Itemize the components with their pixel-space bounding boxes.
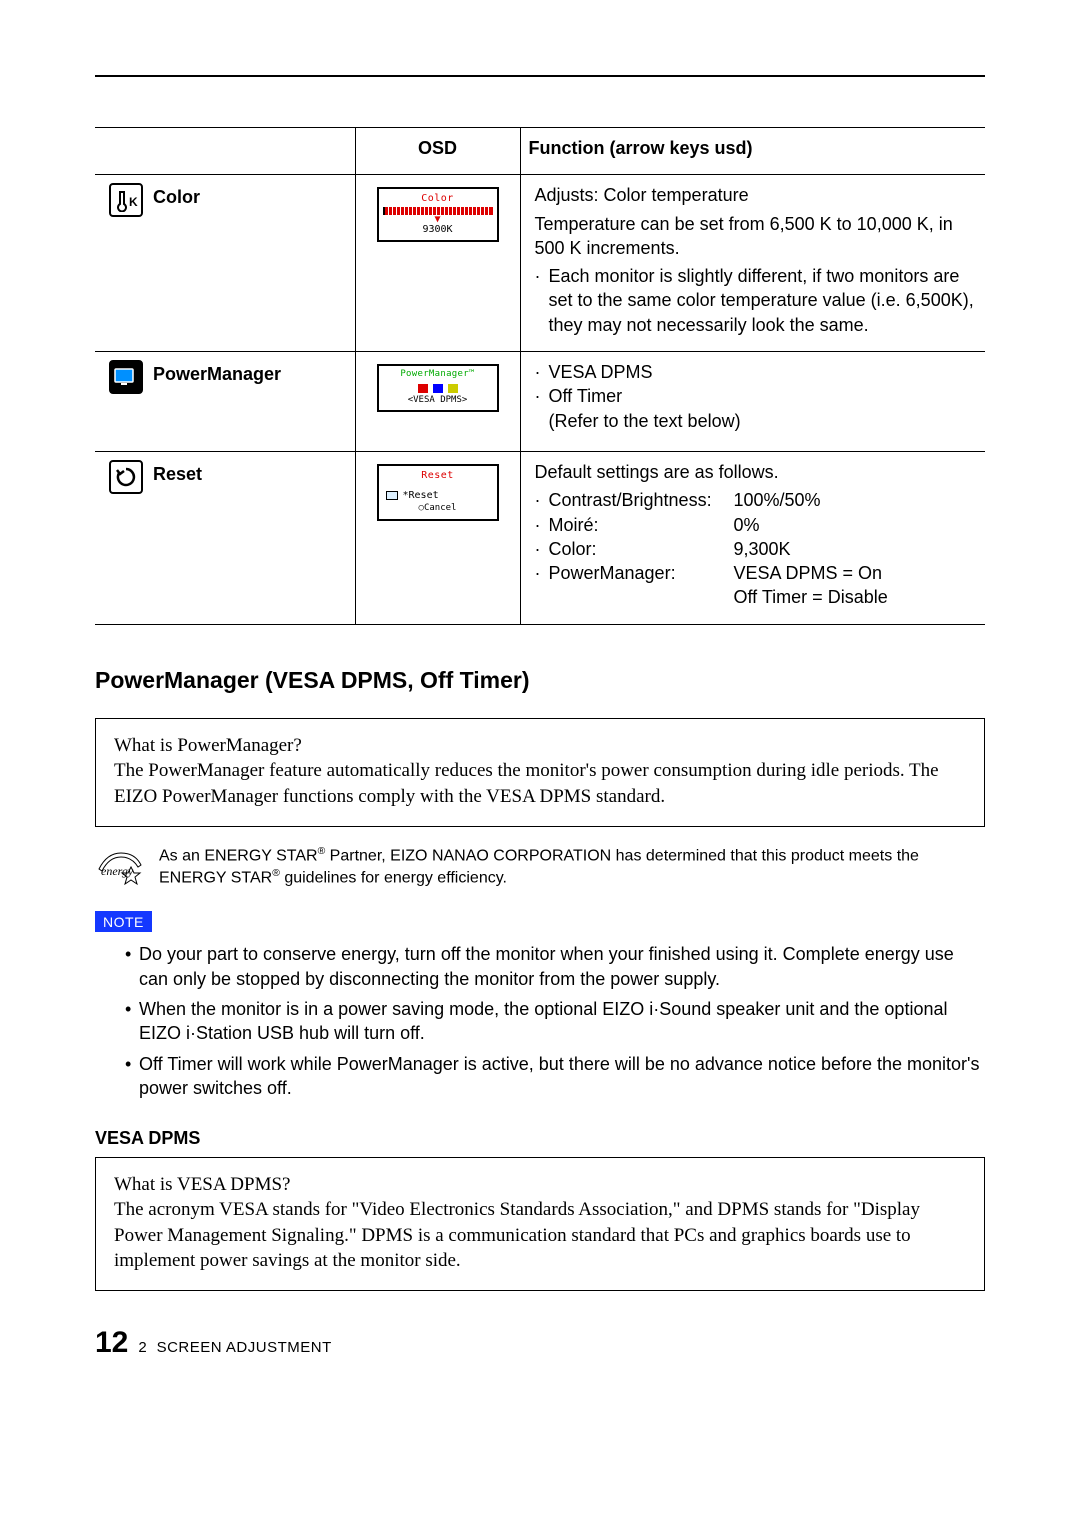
table-header-blank <box>95 128 355 175</box>
osd-function-table: OSD Function (arrow keys usd) K Color Co… <box>95 127 985 625</box>
row-name-pm: PowerManager <box>153 362 281 386</box>
reset-l1: Default settings are as follows. <box>535 460 978 484</box>
energy-star-note: energy As an ENERGY STAR® Partner, EIZO … <box>95 845 985 889</box>
row-label-pm: PowerManager <box>103 360 347 394</box>
osd-color-bar <box>383 207 493 215</box>
note-item: When the monitor is in a power saving mo… <box>125 997 985 1046</box>
note-section: NOTE Do your part to conserve energy, tu… <box>95 909 985 1101</box>
osd-screenshot-reset: Reset *Reset ○Cancel <box>377 464 499 521</box>
table-header-func: Function (arrow keys usd) <box>520 128 985 175</box>
table-row-reset: Reset Reset *Reset ○Cancel Default setti… <box>95 451 985 624</box>
page-footer: 12 2 SCREEN ADJUSTMENT <box>95 1323 985 1364</box>
reset-icon <box>109 460 143 494</box>
box2-a: The acronym VESA stands for "Video Elect… <box>114 1197 966 1274</box>
table-row-color: K Color Color ▼ 9300K Adjusts: Color tem… <box>95 175 985 352</box>
color-func-line2: Temperature can be set from 6,500 K to 1… <box>535 212 978 261</box>
row-label-color: K Color <box>103 183 347 217</box>
powermanager-definition-box: What is PowerManager? The PowerManager f… <box>95 718 985 827</box>
osd-reset-pm-icon <box>386 491 398 500</box>
section-heading: PowerManager (VESA DPMS, Off Timer) <box>95 665 985 696</box>
svg-text:K: K <box>129 195 138 209</box>
note-item: Off Timer will work while PowerManager i… <box>125 1052 985 1101</box>
energy-star-text: As an ENERGY STAR® Partner, EIZO NANAO C… <box>159 845 985 889</box>
note-list: Do your part to conserve energy, turn of… <box>95 942 985 1100</box>
pm-l3: (Refer to the text below) <box>535 409 978 433</box>
powermanager-icon <box>109 360 143 394</box>
table-header-row: OSD Function (arrow keys usd) <box>95 128 985 175</box>
osd-pm-icons <box>383 384 493 393</box>
energy-star-icon: energy <box>95 845 145 887</box>
color-temp-icon: K <box>109 183 143 217</box>
vesa-dpms-definition-box: What is VESA DPMS? The acronym VESA stan… <box>95 1157 985 1292</box>
pm-b1: VESA DPMS <box>549 360 978 384</box>
vesa-dpms-heading: VESA DPMS <box>95 1126 985 1150</box>
osd-screenshot-color: Color ▼ 9300K <box>377 187 499 242</box>
chapter-label: 2 SCREEN ADJUSTMENT <box>138 1338 331 1358</box>
page-number: 12 <box>95 1323 128 1364</box>
box2-q: What is VESA DPMS? <box>114 1172 966 1198</box>
osd-screenshot-pm: PowerManager™ <VESA DPMS> <box>377 364 499 412</box>
color-func-line1: Adjusts: Color temperature <box>535 183 978 207</box>
row-name-reset: Reset <box>153 462 202 486</box>
note-item: Do your part to conserve energy, turn of… <box>125 942 985 991</box>
row-name-color: Color <box>153 185 200 209</box>
row-label-reset: Reset <box>103 460 347 494</box>
pm-b2: Off Timer <box>549 384 978 408</box>
box1-a: The PowerManager feature automatically r… <box>114 758 966 809</box>
table-header-osd: OSD <box>355 128 520 175</box>
color-func-bullet: · Each monitor is slightly different, if… <box>535 264 978 337</box>
table-row-powermanager: PowerManager PowerManager™ <VESA DPMS> ·… <box>95 352 985 452</box>
note-tag: NOTE <box>95 911 152 933</box>
top-rule <box>95 75 985 77</box>
box1-q: What is PowerManager? <box>114 733 966 759</box>
